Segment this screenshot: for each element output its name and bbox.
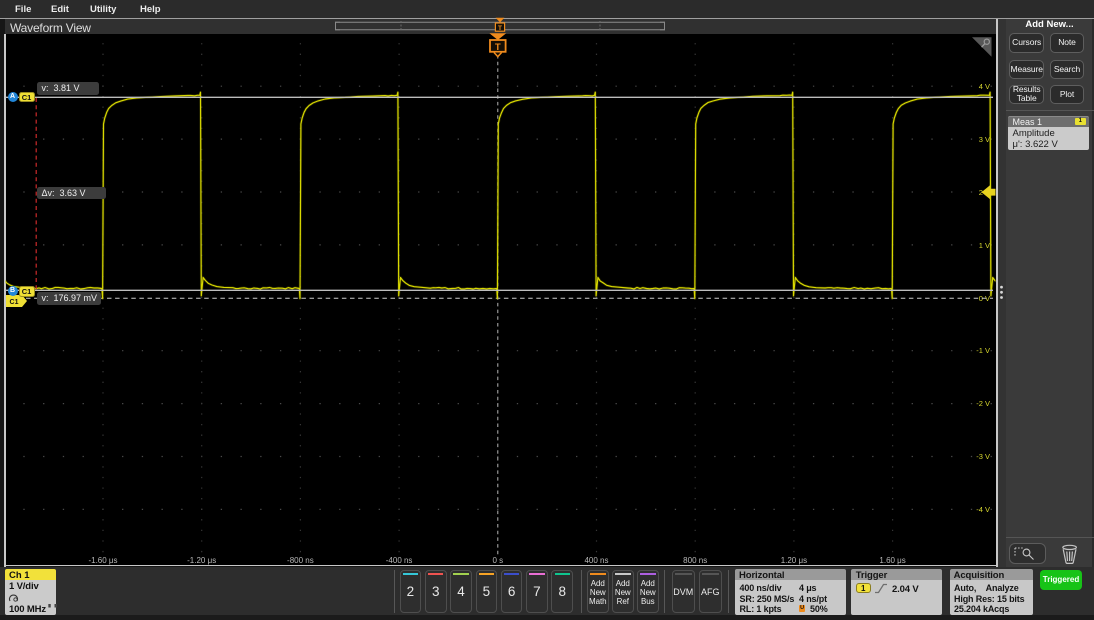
svg-text:T: T <box>498 25 502 32</box>
svg-text:C1: C1 <box>10 299 19 306</box>
svg-text:T: T <box>495 42 501 53</box>
